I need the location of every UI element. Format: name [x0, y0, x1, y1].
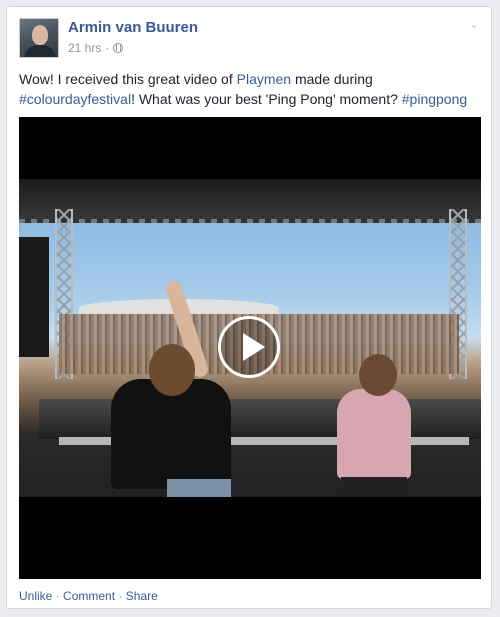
post-text-part: made during	[291, 71, 373, 87]
dj-right	[337, 389, 411, 479]
post-text-part: Wow! I received this great video of	[19, 71, 237, 87]
meta-separator: ·	[105, 41, 110, 55]
play-icon[interactable]	[218, 316, 280, 378]
share-link[interactable]: Share	[126, 589, 158, 603]
avatar-shoulders	[24, 45, 56, 57]
video-player[interactable]	[19, 117, 481, 579]
post-text-part: ! What was your best 'Ping Pong' moment?	[131, 91, 402, 107]
dj-deck	[39, 399, 481, 439]
hashtag-link[interactable]: #pingpong	[402, 91, 467, 107]
avatar-face	[32, 25, 48, 45]
globe-icon[interactable]	[113, 43, 124, 53]
post-card: Armin van Buuren 21 hrs · ⌄ Wow! I recei…	[6, 6, 492, 609]
unlike-link[interactable]: Unlike	[19, 589, 52, 603]
dj-right-legs	[341, 477, 407, 497]
speaker-stack	[19, 237, 49, 357]
hashtag-link[interactable]: #colourdayfestival	[19, 91, 131, 107]
dj-right-head	[359, 354, 397, 396]
author-name[interactable]: Armin van Buuren	[68, 19, 198, 36]
post-actions: Unlike · Comment · Share	[19, 589, 158, 603]
action-separator: ·	[52, 589, 64, 603]
dj-left-shorts	[167, 479, 231, 497]
author-avatar[interactable]	[19, 18, 59, 58]
post-text: Wow! I received this great video of Play…	[19, 69, 484, 109]
stage-truss	[19, 179, 481, 223]
chevron-down-icon[interactable]: ⌄	[467, 17, 481, 31]
comment-link[interactable]: Comment	[63, 589, 115, 603]
action-separator: ·	[115, 589, 126, 603]
dj-left-head	[149, 344, 195, 396]
post-timestamp[interactable]: 21 hrs	[68, 41, 101, 55]
post-meta: 21 hrs ·	[68, 41, 124, 55]
mention-link[interactable]: Playmen	[237, 71, 291, 87]
